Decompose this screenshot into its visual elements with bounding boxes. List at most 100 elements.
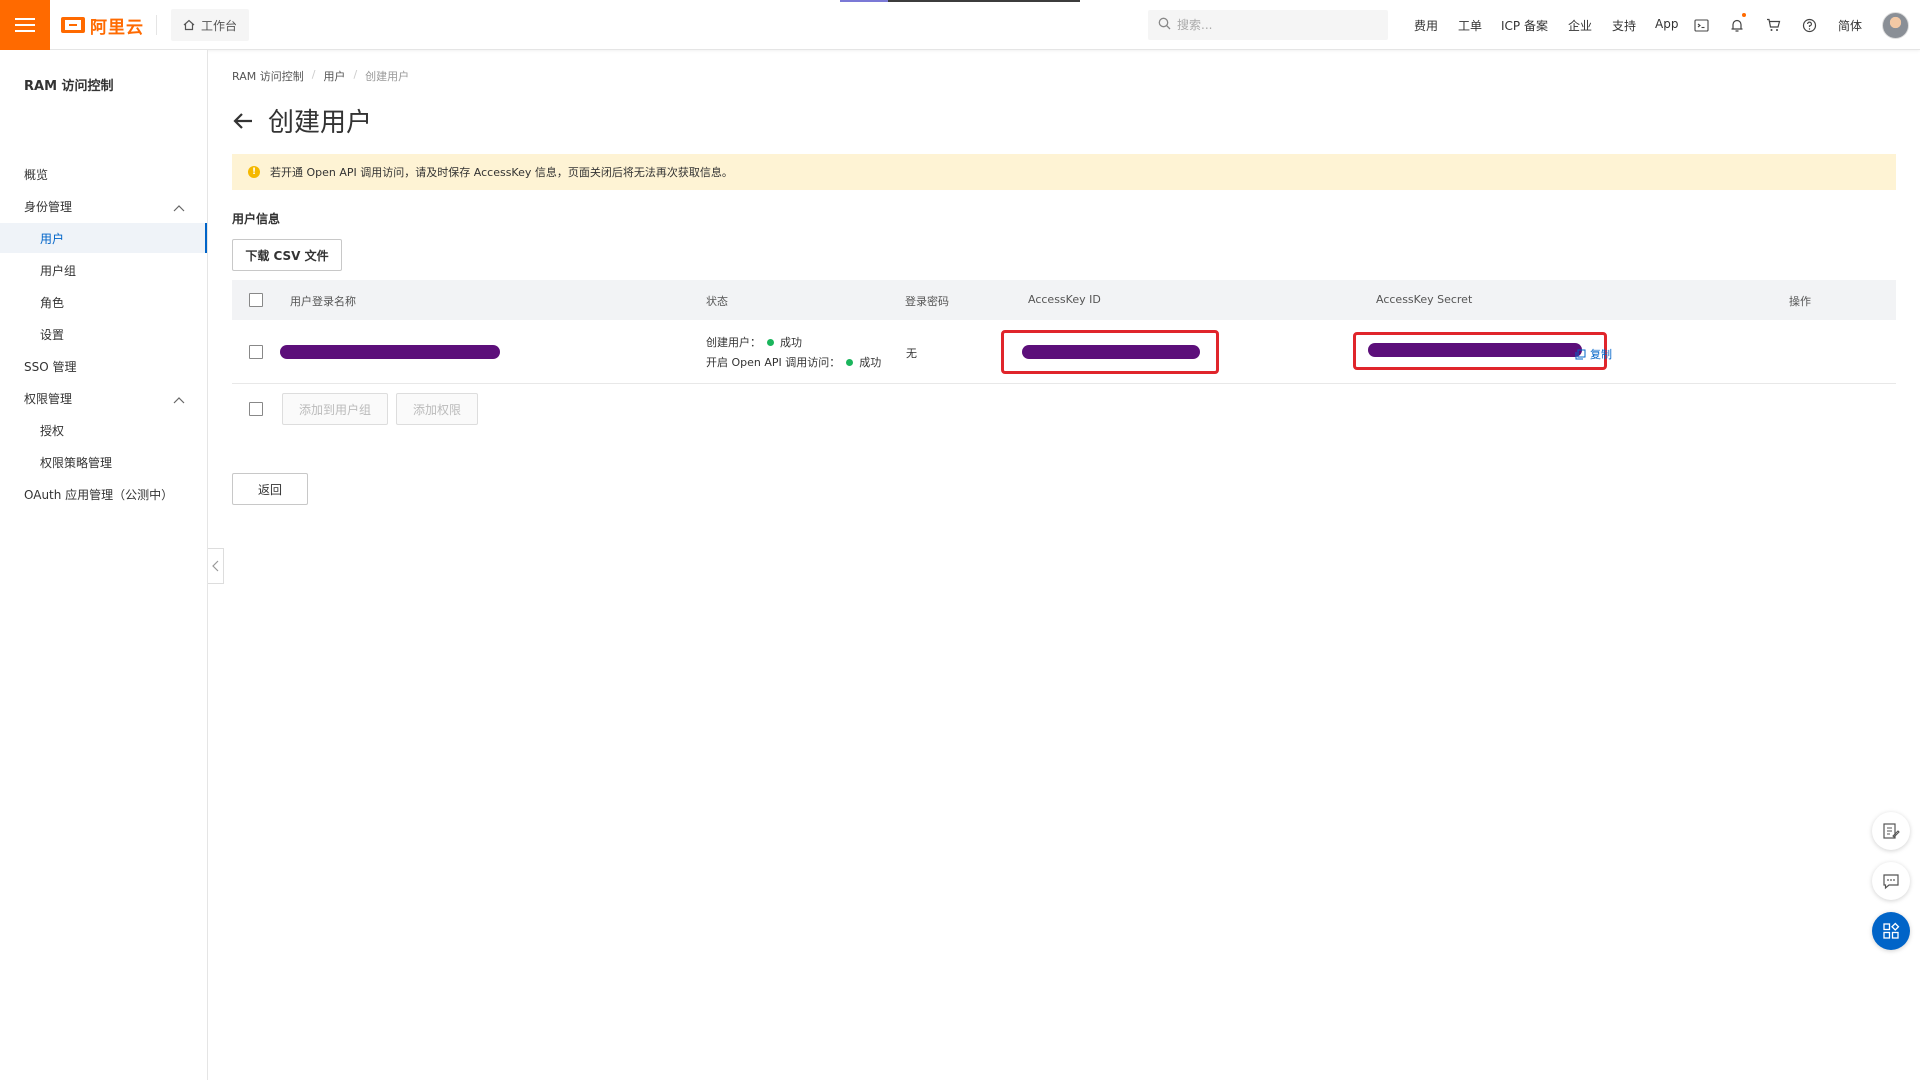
sidebar-group-identity[interactable]: 身份管理 <box>0 191 207 221</box>
breadcrumb: RAM 访问控制 / 用户 / 创建用户 <box>232 68 409 84</box>
page-header: 创建用户 <box>232 102 372 139</box>
avatar[interactable] <box>1882 12 1909 39</box>
status-label: 创建用户： <box>706 336 761 349</box>
nav-support[interactable]: 支持 <box>1612 17 1636 34</box>
nav-icp[interactable]: ICP 备案 <box>1501 17 1548 34</box>
breadcrumb-users[interactable]: 用户 <box>323 68 345 84</box>
add-permission-button[interactable]: 添加权限 <box>396 393 478 425</box>
help-icon[interactable] <box>1800 16 1818 34</box>
nav-tickets[interactable]: 工单 <box>1458 17 1482 34</box>
status-open-api: 开启 Open API 调用访问： 成功 <box>706 352 881 372</box>
sidebar-group-permissions[interactable]: 权限管理 <box>0 383 207 413</box>
nav-enterprise[interactable]: 企业 <box>1568 17 1592 34</box>
redacted-accesskey-secret <box>1368 343 1582 357</box>
workbench-label: 工作台 <box>201 18 238 33</box>
chevron-up-icon <box>173 201 185 212</box>
home-icon <box>183 19 195 31</box>
nav-billing[interactable]: 费用 <box>1414 17 1438 34</box>
table-header: 用户登录名称 状态 登录密码 AccessKey ID AccessKey Se… <box>232 280 1896 320</box>
breadcrumb-ram[interactable]: RAM 访问控制 <box>232 68 304 84</box>
add-to-group-button[interactable]: 添加到用户组 <box>282 393 388 425</box>
row-checkbox[interactable] <box>249 345 263 359</box>
feedback-edit-button[interactable] <box>1872 812 1910 850</box>
status-create-user: 创建用户： 成功 <box>706 332 881 352</box>
sidebar-item-settings[interactable]: 设置 <box>0 319 207 349</box>
warning-icon: ! <box>248 166 260 178</box>
chat-icon <box>1883 874 1899 890</box>
sidebar-item-label: 用户组 <box>40 263 77 278</box>
language-switch[interactable]: 简体 <box>1838 17 1862 34</box>
sidebar-item-users[interactable]: 用户 <box>0 223 207 253</box>
edit-note-icon <box>1883 823 1900 839</box>
chevron-left-icon <box>212 560 219 572</box>
sidebar-collapse-toggle[interactable] <box>208 548 224 584</box>
sidebar-item-label: 权限管理 <box>24 391 73 406</box>
table-footer: 添加到用户组 添加权限 <box>232 384 1896 434</box>
sidebar-item-label: 授权 <box>40 423 65 438</box>
apps-button[interactable] <box>1872 912 1910 950</box>
footer-select-checkbox[interactable] <box>249 402 263 416</box>
redacted-username <box>280 345 500 359</box>
sidebar-item-label: 设置 <box>40 327 65 342</box>
bell-icon[interactable] <box>1728 13 1746 34</box>
hamburger-menu-icon[interactable] <box>0 0 50 50</box>
sidebar-item-label: SSO 管理 <box>24 359 77 374</box>
terminal-icon[interactable] <box>1692 16 1710 34</box>
chevron-up-icon <box>173 393 185 404</box>
aliyun-logo-mark-icon <box>61 17 85 33</box>
success-dot-icon <box>767 338 774 346</box>
logo-text: 阿里云 <box>90 17 144 38</box>
download-csv-button[interactable]: 下载 CSV 文件 <box>232 239 342 271</box>
notification-dot <box>1742 13 1746 17</box>
sidebar-item-user-groups[interactable]: 用户组 <box>0 255 207 285</box>
status-cell: 创建用户： 成功 开启 Open API 调用访问： 成功 <box>706 332 881 372</box>
sidebar-item-sso[interactable]: SSO 管理 <box>0 351 207 381</box>
status-value: 成功 <box>859 356 882 369</box>
status-label: 开启 Open API 调用访问： <box>706 356 841 369</box>
back-button[interactable]: 返回 <box>232 473 308 505</box>
status-value: 成功 <box>780 336 802 349</box>
top-bar: 阿里云 工作台 费用 工单 ICP 备案 企业 支持 App 简体 <box>0 0 1920 50</box>
sidebar-item-label: 身份管理 <box>24 199 73 214</box>
search-input[interactable] <box>1177 18 1367 32</box>
sidebar-title: RAM 访问控制 <box>24 79 114 94</box>
column-header: 用户登录名称 <box>290 295 356 308</box>
sidebar-item-roles[interactable]: 角色 <box>0 287 207 317</box>
success-dot-icon <box>846 358 854 366</box>
sidebar-item-policies[interactable]: 权限策略管理 <box>0 447 207 477</box>
nav-app[interactable]: App <box>1655 17 1678 31</box>
table-row: 创建用户： 成功 开启 Open API 调用访问： 成功 无 复制 <box>232 320 1896 384</box>
copy-label: 复制 <box>1590 348 1612 361</box>
sidebar-item-label: 概览 <box>24 167 49 182</box>
sidebar-item-label: 用户 <box>40 231 65 246</box>
chat-button[interactable] <box>1872 862 1910 900</box>
workbench-button[interactable]: 工作台 <box>171 9 250 41</box>
copy-icon <box>1575 349 1586 359</box>
search-icon <box>1158 17 1171 33</box>
back-arrow-icon[interactable] <box>232 110 254 132</box>
sidebar: RAM 访问控制 概览 身份管理 用户 用户组 角色 设置 SSO 管理 权限管… <box>0 50 208 1080</box>
sidebar-item-label: 角色 <box>40 295 65 310</box>
aliyun-logo[interactable]: 阿里云 <box>61 13 144 38</box>
section-title: 用户信息 <box>232 212 281 226</box>
column-header: AccessKey ID <box>1028 293 1101 306</box>
sidebar-item-oauth[interactable]: OAuth 应用管理（公测中） <box>0 479 207 509</box>
search-box[interactable] <box>1148 10 1388 40</box>
password-cell: 无 <box>906 347 917 360</box>
page-title: 创建用户 <box>268 108 373 138</box>
breadcrumb-current: 创建用户 <box>365 70 410 83</box>
sidebar-item-overview[interactable]: 概览 <box>0 159 207 189</box>
sidebar-item-label: 权限策略管理 <box>40 455 113 470</box>
column-header: 登录密码 <box>905 295 949 308</box>
notice-text: 若开通 Open API 调用访问，请及时保存 AccessKey 信息，页面关… <box>270 166 733 179</box>
cart-icon[interactable] <box>1764 16 1782 34</box>
redacted-accesskey-id <box>1022 345 1200 359</box>
breadcrumb-separator: / <box>353 68 358 81</box>
apps-grid-icon <box>1883 922 1900 939</box>
divider <box>156 15 157 35</box>
sidebar-item-grants[interactable]: 授权 <box>0 415 207 445</box>
select-all-checkbox[interactable] <box>249 293 263 307</box>
loading-progress-bar <box>840 0 1080 2</box>
column-header: AccessKey Secret <box>1376 293 1473 306</box>
copy-button[interactable]: 复制 <box>1575 346 1612 362</box>
